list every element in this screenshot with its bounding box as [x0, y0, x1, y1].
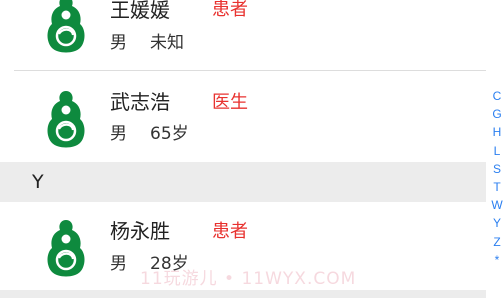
alphabet-index-bar[interactable]: C G H L S T W Y Z * — [490, 87, 504, 269]
watermark: 11玩游儿 • 11WYX.COM — [140, 269, 357, 289]
contact-gender: 男 — [110, 33, 127, 53]
index-letter[interactable]: H — [493, 123, 502, 141]
contact-gender: 男 — [110, 124, 127, 144]
contact-name: 武志浩 — [110, 90, 170, 114]
contact-row[interactable]: 王媛媛 患者 男 未知 — [0, 0, 486, 70]
gourd-logo-icon — [47, 91, 85, 148]
index-letter[interactable]: Z — [493, 233, 500, 251]
role-badge: 患者 — [212, 0, 248, 20]
index-letter[interactable]: * — [495, 251, 500, 269]
section-header: Y — [0, 162, 486, 202]
contact-age: 65岁 — [150, 124, 189, 144]
index-letter[interactable]: W — [491, 196, 502, 214]
role-badge: 患者 — [212, 221, 248, 242]
section-letter: Y — [32, 171, 44, 193]
index-letter[interactable]: Y — [493, 214, 501, 232]
contact-age: 未知 — [150, 33, 184, 53]
index-letter[interactable]: L — [494, 142, 501, 160]
index-letter[interactable]: C — [493, 87, 502, 105]
contact-name: 杨永胜 — [110, 219, 170, 243]
index-letter[interactable]: G — [492, 105, 501, 123]
index-letter[interactable]: T — [493, 178, 500, 196]
contact-gender: 男 — [110, 254, 127, 274]
role-badge: 医生 — [212, 92, 248, 113]
section-header — [0, 290, 486, 298]
index-letter[interactable]: S — [493, 160, 501, 178]
gourd-logo-icon — [47, 220, 85, 277]
contact-list-screen: 王媛媛 患者 男 未知 武志浩 医生 男 65岁 Y 杨永胜 患者 男 28岁 — [0, 0, 504, 298]
contact-row[interactable]: 武志浩 医生 男 65岁 — [0, 71, 486, 162]
gourd-logo-icon — [47, 0, 85, 53]
contact-name: 王媛媛 — [110, 0, 170, 22]
